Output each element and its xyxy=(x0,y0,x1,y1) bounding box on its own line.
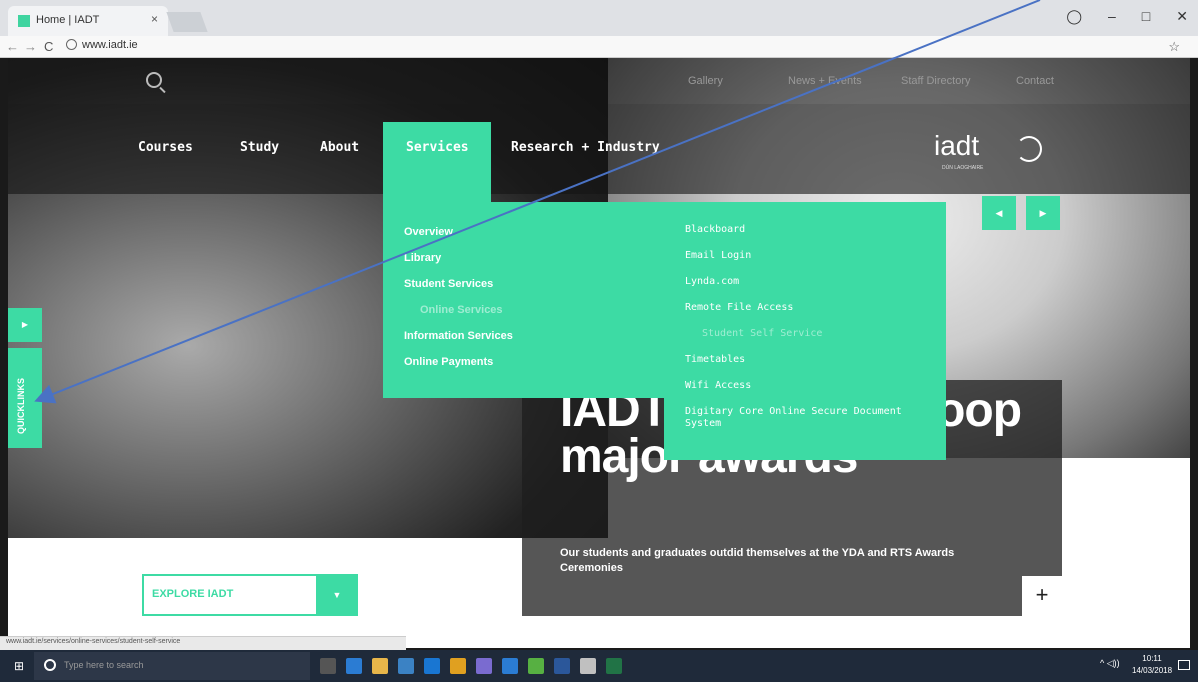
status-url: www.iadt.ie/services/online-services/stu… xyxy=(6,638,181,645)
forward-arrow-icon[interactable]: → xyxy=(24,39,37,54)
notification-icon[interactable] xyxy=(1178,660,1190,670)
new-tab-button[interactable] xyxy=(166,12,208,32)
slider-prev-button[interactable]: ◀ xyxy=(982,196,1016,230)
hero-subline: Our students and graduates outdid themse… xyxy=(560,547,955,574)
dd-information-services[interactable]: Information Services xyxy=(404,330,513,342)
browser-status-bar: www.iadt.ie/services/online-services/stu… xyxy=(0,636,406,650)
word-icon[interactable] xyxy=(554,658,570,674)
tab-title: Home | IADT xyxy=(36,14,100,26)
clock-time: 10:11 xyxy=(1142,654,1162,663)
task-view-icon[interactable] xyxy=(320,658,336,674)
browser-toolbar: ← → C www.iadt.ie ☆ xyxy=(0,36,1198,58)
browser-tab[interactable]: Home | IADT × xyxy=(8,6,168,36)
browser-tab-bar: Home | IADT × ◯ – □ ✕ xyxy=(0,0,1198,36)
iadt-logo[interactable]: iadt xyxy=(934,130,979,162)
dd-digitary[interactable]: Digitary Core Online Secure Document Sys… xyxy=(685,406,915,430)
bookmark-star-icon[interactable]: ☆ xyxy=(1168,39,1180,55)
slider-next-button[interactable]: ▶ xyxy=(1026,196,1060,230)
toplink-news-events[interactable]: News + Events xyxy=(788,75,862,87)
chevron-down-icon[interactable]: ▼ xyxy=(316,574,358,616)
dd-wifi-access[interactable]: Wifi Access xyxy=(685,380,751,392)
windows-taskbar: ⊞ Type here to search ^ ◁)) 10:11 14/03/… xyxy=(0,650,1198,682)
minimize-button[interactable]: – xyxy=(1108,8,1116,25)
expand-plus-button[interactable]: + xyxy=(1022,576,1062,616)
quicklinks-label: QUICKLINKS xyxy=(16,378,26,434)
app2-icon[interactable] xyxy=(528,658,544,674)
dd-overview[interactable]: Overview xyxy=(404,226,453,238)
profile-icon[interactable]: ◯ xyxy=(1066,8,1082,25)
back-arrow-icon[interactable]: ← xyxy=(6,39,19,54)
dd-student-services[interactable]: Student Services xyxy=(404,278,493,290)
edge-icon[interactable] xyxy=(346,658,362,674)
taskbar-search-placeholder: Type here to search xyxy=(64,660,144,670)
chrome-icon[interactable] xyxy=(450,658,466,674)
windows-start-icon[interactable]: ⊞ xyxy=(14,660,26,672)
iadt-logo-mark-icon xyxy=(1016,136,1042,162)
services-tab-highlight[interactable] xyxy=(383,122,491,202)
address-bar[interactable]: www.iadt.ie xyxy=(82,39,138,51)
nav-study[interactable]: Study xyxy=(240,140,279,155)
toplink-gallery[interactable]: Gallery xyxy=(688,75,723,87)
logo-subtitle: DÚN LAOGHAIRE xyxy=(942,165,984,171)
excel-icon[interactable] xyxy=(606,658,622,674)
tab-close-icon[interactable]: × xyxy=(151,12,158,26)
iadt-favicon-icon xyxy=(18,15,30,27)
cortana-icon[interactable] xyxy=(44,659,56,671)
info-icon[interactable] xyxy=(66,39,77,50)
dd-student-self-service[interactable]: Student Self Service xyxy=(702,328,822,340)
outlook-icon[interactable] xyxy=(424,658,440,674)
web-page: Gallery News + Events Staff Directory Co… xyxy=(8,58,1190,648)
quicklinks-arrow-button[interactable]: ▶ xyxy=(8,308,42,342)
clock-date: 14/03/2018 xyxy=(1132,666,1173,675)
maximize-button[interactable]: □ xyxy=(1142,8,1150,25)
dd-blackboard[interactable]: Blackboard xyxy=(685,224,745,236)
dd-online-payments[interactable]: Online Payments xyxy=(404,356,493,368)
system-tray[interactable]: ^ ◁)) xyxy=(1100,658,1120,669)
nav-courses[interactable]: Courses xyxy=(138,140,193,155)
dd-online-services[interactable]: Online Services xyxy=(420,304,503,316)
dd-lynda[interactable]: Lynda.com xyxy=(685,276,739,288)
toplink-contact[interactable]: Contact xyxy=(1016,75,1054,87)
nav-research-industry[interactable]: Research + Industry xyxy=(511,140,660,155)
toplink-staff-directory[interactable]: Staff Directory xyxy=(901,75,971,87)
taskbar-clock[interactable]: 10:11 14/03/2018 xyxy=(1132,653,1172,677)
file-explorer-icon[interactable] xyxy=(372,658,388,674)
dd-timetables[interactable]: Timetables xyxy=(685,354,745,366)
nav-about[interactable]: About xyxy=(320,140,359,155)
nav-services[interactable]: Services xyxy=(406,140,469,155)
app-icon[interactable] xyxy=(476,658,492,674)
close-window-button[interactable]: ✕ xyxy=(1176,8,1188,25)
window-controls: ◯ – □ ✕ xyxy=(1066,8,1188,25)
search-icon[interactable] xyxy=(146,72,162,88)
internet-explorer-icon[interactable] xyxy=(502,658,518,674)
store-icon[interactable] xyxy=(398,658,414,674)
dd-remote-file-access[interactable]: Remote File Access xyxy=(685,302,793,314)
dd-email-login[interactable]: Email Login xyxy=(685,250,751,262)
dd-library[interactable]: Library xyxy=(404,252,441,264)
reload-icon[interactable]: C xyxy=(44,39,53,54)
explore-iadt-label: EXPLORE IADT xyxy=(152,588,234,600)
app3-icon[interactable] xyxy=(580,658,596,674)
top-utility-bar: Gallery News + Events Staff Directory Co… xyxy=(8,58,1190,104)
